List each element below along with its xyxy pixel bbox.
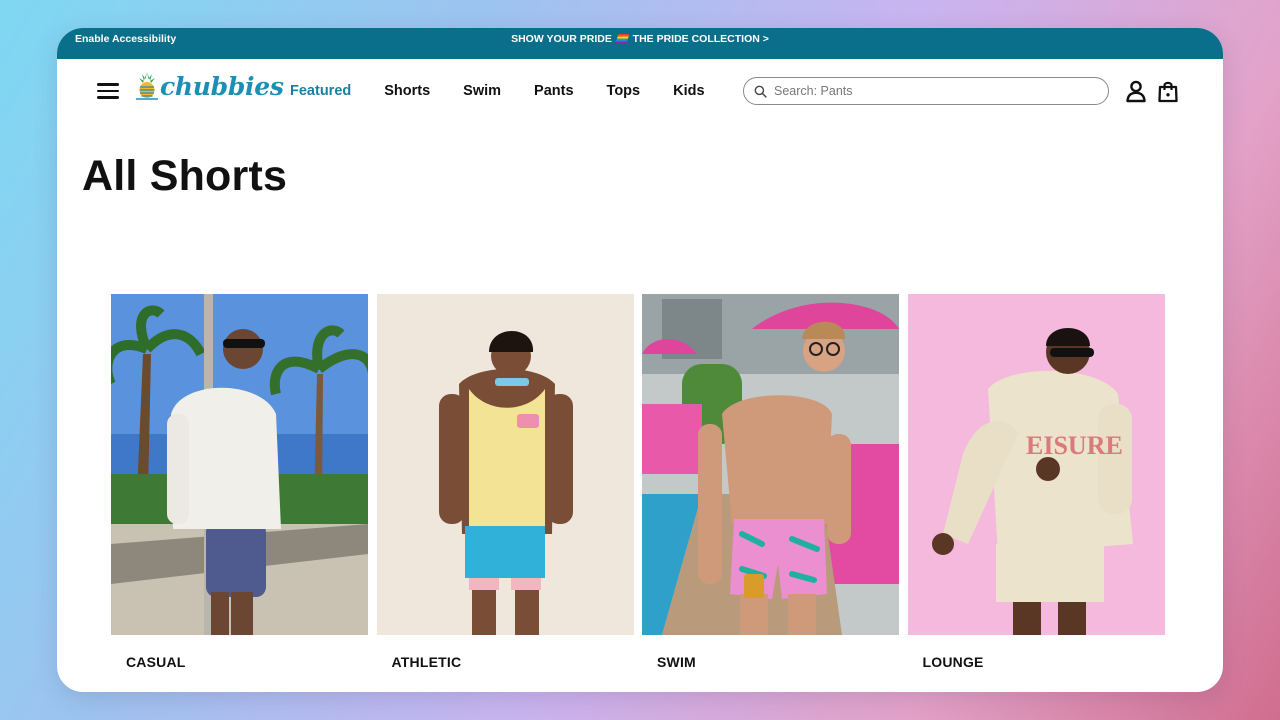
nav-item-swim[interactable]: Swim <box>463 83 501 99</box>
nav-item-featured[interactable]: Featured <box>290 83 351 99</box>
promo-text-after: THE PRIDE COLLECTION > <box>632 33 769 45</box>
search-icon <box>754 85 767 98</box>
nav-item-pants[interactable]: Pants <box>534 83 574 99</box>
browser-window: Enable Accessibility SHOW YOUR PRIDE THE… <box>57 28 1223 692</box>
pride-collection-link[interactable]: SHOW YOUR PRIDE THE PRIDE COLLECTION > <box>57 33 1223 45</box>
nav-item-kids[interactable]: Kids <box>673 83 704 99</box>
search-box[interactable] <box>743 77 1109 105</box>
logo[interactable]: chubbies <box>135 71 284 101</box>
category-image-casual[interactable] <box>111 294 368 635</box>
category-label-athletic[interactable]: ATHLETIC <box>377 654 634 670</box>
menu-icon[interactable] <box>97 83 119 99</box>
category-image-swim[interactable] <box>642 294 899 635</box>
svg-text:EISURE: EISURE <box>1026 431 1123 460</box>
category-image-athletic[interactable] <box>376 294 634 635</box>
category-label-casual[interactable]: CASUAL <box>111 654 368 670</box>
category-card-lounge[interactable]: EISURE LOUNGE <box>907 294 1165 670</box>
pineapple-logo-icon <box>136 72 158 100</box>
category-card-casual[interactable]: CASUAL <box>111 294 368 670</box>
promo-text-before: SHOW YOUR PRIDE <box>511 33 612 45</box>
site-header: chubbies Featured Shorts Swim Pants Tops… <box>57 59 1223 125</box>
category-grid: CASUAL ATHLETIC SWIM EISURE LOUNGE <box>111 294 1173 670</box>
category-card-swim[interactable]: SWIM <box>642 294 899 670</box>
account-icon[interactable] <box>1124 79 1148 103</box>
main-nav: Featured Shorts Swim Pants Tops Kids <box>290 83 738 99</box>
category-label-swim[interactable]: SWIM <box>642 654 899 670</box>
page-title: All Shorts <box>82 152 288 200</box>
search-input[interactable] <box>772 83 1076 99</box>
category-card-athletic[interactable]: ATHLETIC <box>376 294 634 670</box>
shopping-bag-icon[interactable] <box>1156 79 1180 103</box>
category-image-lounge[interactable]: EISURE <box>907 294 1165 635</box>
category-label-lounge[interactable]: LOUNGE <box>908 654 1165 670</box>
logo-wordmark: chubbies <box>160 71 284 101</box>
rainbow-flag-icon <box>615 34 630 43</box>
nav-item-shorts[interactable]: Shorts <box>384 83 430 99</box>
nav-item-tops[interactable]: Tops <box>607 83 641 99</box>
promo-bar: Enable Accessibility SHOW YOUR PRIDE THE… <box>57 28 1223 59</box>
